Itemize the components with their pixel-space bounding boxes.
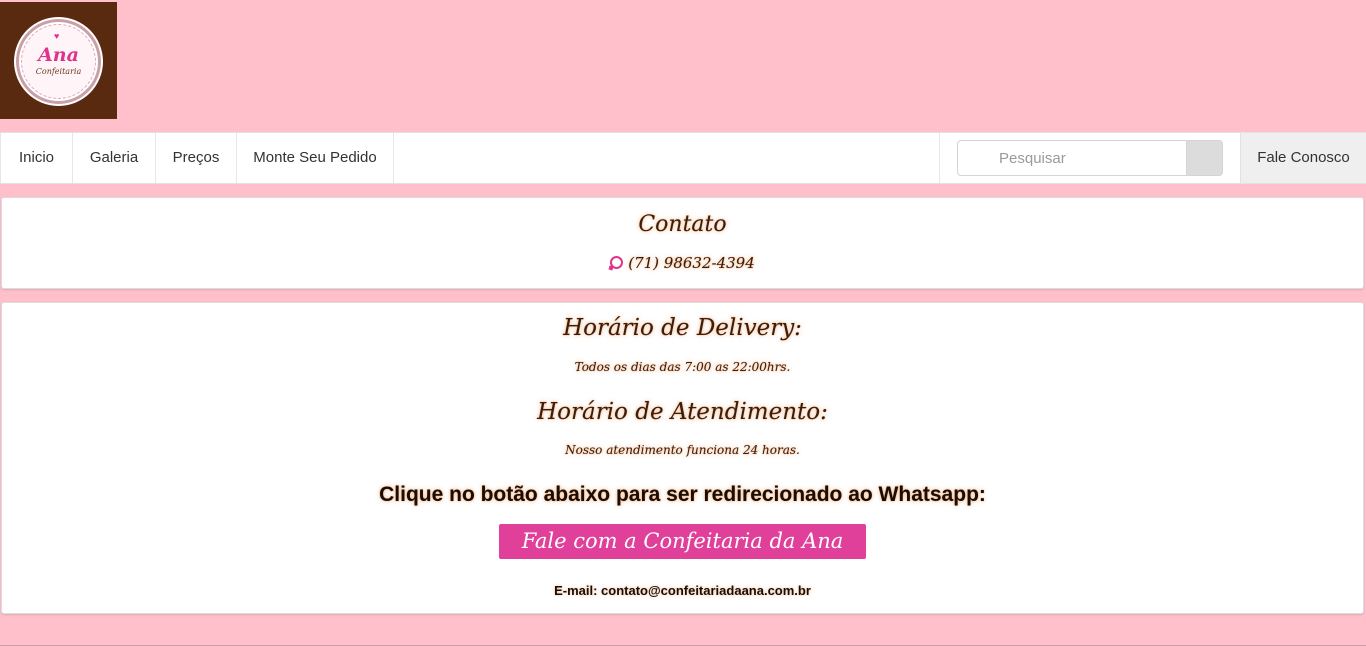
nav-item-galeria[interactable]: Galeria xyxy=(73,133,156,183)
logo[interactable]: ♥ Ana Confeitaria xyxy=(0,2,117,119)
search-input[interactable] xyxy=(957,140,1187,176)
attendance-text: Nosso atendimento funciona 24 horas. xyxy=(565,443,800,457)
logo-name: Ana xyxy=(38,44,79,66)
search-button[interactable] xyxy=(1186,140,1223,176)
navbar: Inicio Galeria Preços Monte Seu Pedido F… xyxy=(0,132,1366,184)
whatsapp-button[interactable]: Fale com a Confeitaria da Ana xyxy=(499,524,866,559)
fale-conosco-link[interactable]: Fale Conosco xyxy=(1240,133,1366,183)
contact-title: Contato xyxy=(638,212,727,237)
whatsapp-icon xyxy=(610,256,624,269)
search-form xyxy=(939,133,1240,183)
nav-item-precos[interactable]: Preços xyxy=(156,133,237,183)
nav-item-monte-seu-pedido[interactable]: Monte Seu Pedido xyxy=(237,133,394,183)
attendance-title: Horário de Atendimento: xyxy=(537,399,828,425)
contact-card: Contato (71) 98632-4394 xyxy=(1,197,1364,289)
redirect-text: Clique no botão abaixo para ser redireci… xyxy=(379,483,986,506)
logo-subtitle: Confeitaria xyxy=(35,67,82,76)
logo-badge: ♥ Ana Confeitaria xyxy=(16,19,101,104)
delivery-title: Horário de Delivery: xyxy=(563,315,802,341)
hours-card: Horário de Delivery: Todos os dias das 7… xyxy=(1,302,1364,614)
phone-number: (71) 98632-4394 xyxy=(628,254,755,272)
heart-icon: ♥ xyxy=(54,31,60,41)
phone-line: (71) 98632-4394 xyxy=(2,254,1363,272)
email-text: E-mail: contato@confeitariadaana.com.br xyxy=(554,583,811,598)
nav-item-inicio[interactable]: Inicio xyxy=(0,133,73,183)
header-banner: ♥ Ana Confeitaria xyxy=(0,0,1366,132)
delivery-text: Todos os dias das 7:00 as 22:00hrs. xyxy=(574,360,791,374)
